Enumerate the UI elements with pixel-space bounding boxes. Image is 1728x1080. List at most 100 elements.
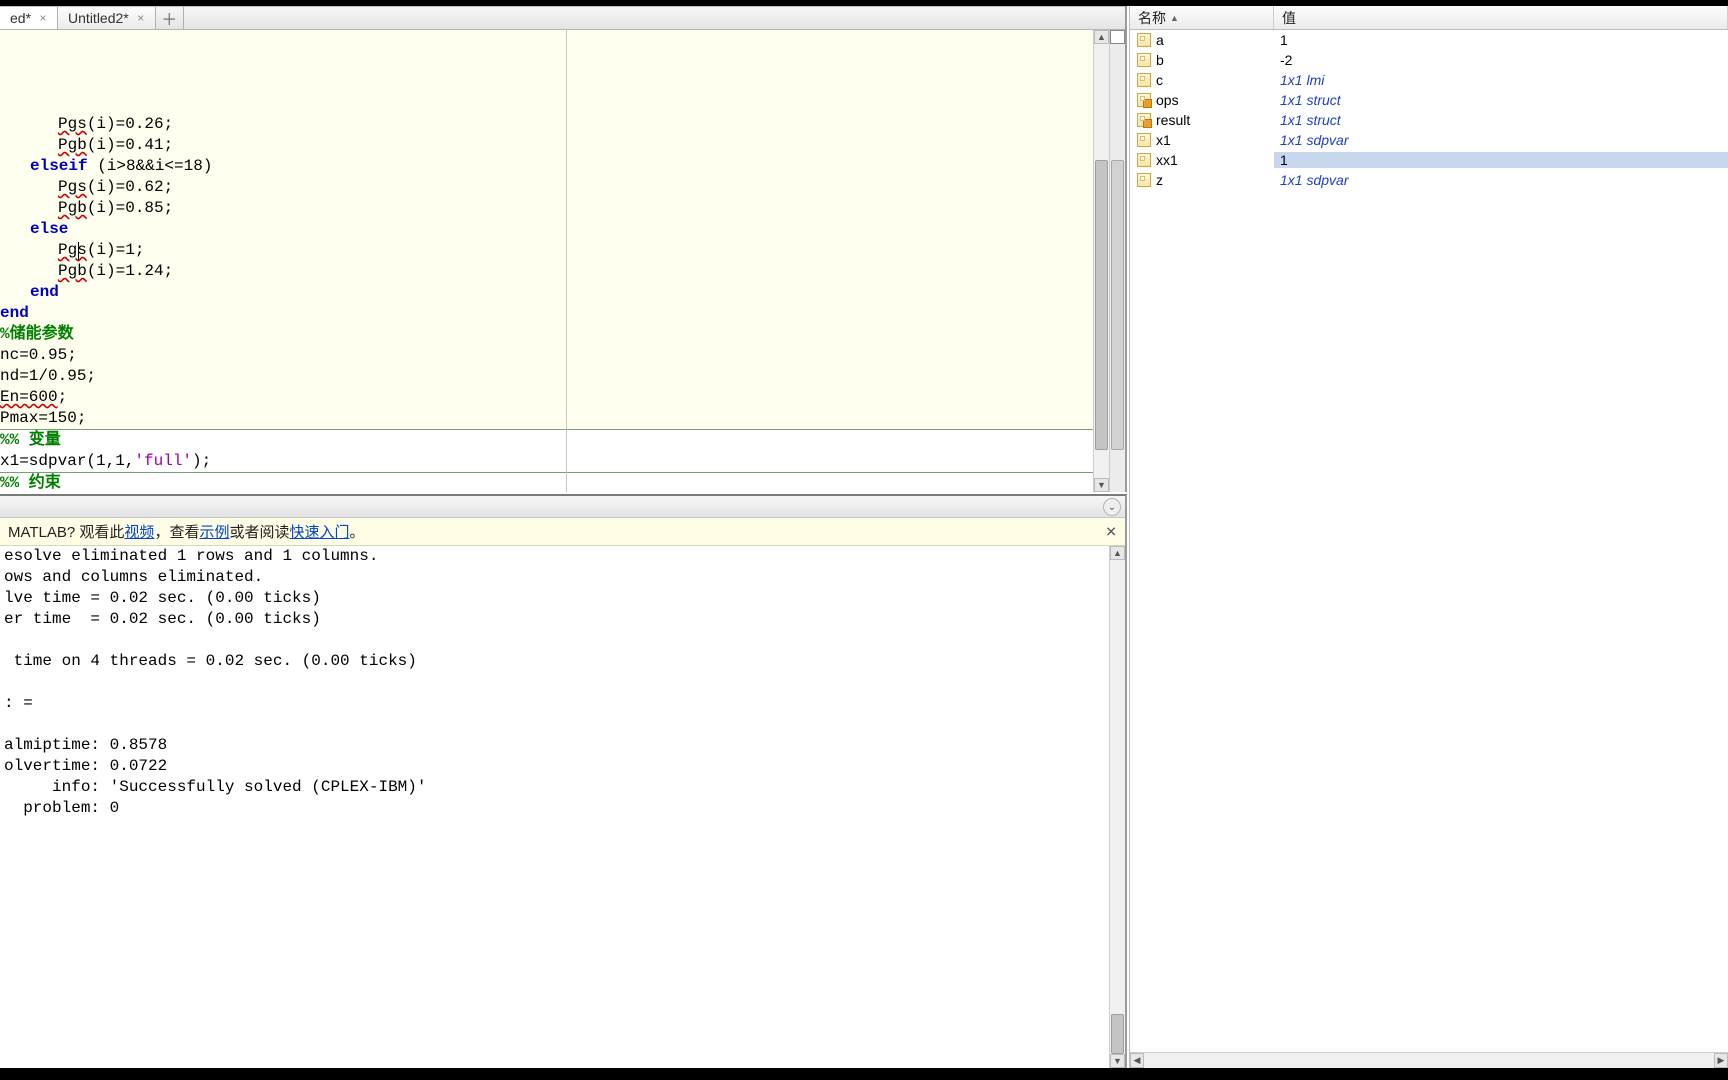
code-token: (i)=1.24; (87, 262, 173, 280)
variable-value: 1 (1274, 32, 1728, 48)
command-window-titlebar: ⌄ (0, 496, 1125, 518)
code-line[interactable]: Pgb(i)=0.41; (0, 135, 1093, 156)
code-line[interactable]: %储能参数 (0, 324, 1093, 345)
header-label: 值 (1282, 8, 1296, 28)
variable-name: b (1156, 52, 1274, 68)
code-line[interactable]: En=600; (0, 387, 1093, 408)
code-line[interactable]: %% 约束 (0, 472, 1093, 492)
editor-tab[interactable]: ed* × (0, 7, 58, 29)
code-line[interactable]: Pgs(i)=0.26; (0, 114, 1093, 135)
code-line[interactable]: %% 变量 (0, 429, 1093, 451)
scroll-thumb[interactable] (1095, 160, 1108, 450)
code-line[interactable]: x1=sdpvar(1,1,'full'); (0, 451, 1093, 472)
workspace-header-value[interactable]: 值 (1274, 6, 1728, 29)
variable-name: result (1156, 112, 1274, 128)
code-line[interactable]: nc=0.95; (0, 345, 1093, 366)
variable-icon (1136, 112, 1152, 128)
code-line[interactable]: end (0, 303, 1093, 324)
workspace-variable-row[interactable]: b-2 (1130, 50, 1728, 70)
close-icon[interactable]: ✕ (1105, 523, 1117, 540)
variable-icon (1136, 92, 1152, 108)
tab-label: Untitled2* (68, 10, 129, 26)
code-token: 'full' (134, 452, 192, 470)
variable-value: 1x1 struct (1274, 112, 1728, 128)
banner-text: 或者阅读 (229, 521, 289, 542)
workspace-variable-row[interactable]: xx11 (1130, 150, 1728, 170)
code-health-box (1110, 30, 1125, 44)
code-token: En=600 (0, 388, 58, 406)
variable-name: x1 (1156, 132, 1274, 148)
editor-code-overview[interactable] (1109, 30, 1125, 492)
scroll-thumb[interactable] (1111, 1014, 1124, 1054)
tab-label: ed* (10, 10, 31, 26)
scroll-up-arrow[interactable]: ▲ (1110, 546, 1125, 560)
variable-value: 1x1 struct (1274, 92, 1728, 108)
banner-link-examples[interactable]: 示例 (199, 521, 229, 542)
variable-icon (1136, 72, 1152, 88)
code-token: ; (58, 388, 68, 406)
code-editor[interactable]: Pgs(i)=0.26;Pgb(i)=0.41;elseif (i>8&&i<=… (0, 30, 1093, 492)
command-window-output[interactable]: esolve eliminated 1 rows and 1 columns. … (0, 546, 1125, 1068)
code-line[interactable]: Pmax=150; (0, 408, 1093, 429)
banner-link-quickstart[interactable]: 快速入门 (289, 521, 349, 542)
code-token: end (0, 304, 29, 322)
code-token: %储能参数 (0, 325, 74, 343)
close-icon[interactable]: × (135, 12, 147, 24)
variable-icon (1136, 52, 1152, 68)
workspace-variable-row[interactable]: z1x1 sdpvar (1130, 170, 1728, 190)
workspace-variable-row[interactable]: result1x1 struct (1130, 110, 1728, 130)
code-line[interactable]: nd=1/0.95; (0, 366, 1093, 387)
variable-value: 1x1 sdpvar (1274, 132, 1728, 148)
editor-panel: ed* × Untitled2* × ＋ Pgs(i)=0.26;Pgb(i)=… (0, 6, 1127, 492)
variable-name: c (1156, 72, 1274, 88)
header-label: 名称 (1138, 8, 1166, 28)
scroll-down-arrow[interactable]: ▼ (1094, 478, 1109, 492)
banner-link-video[interactable]: 视频 (124, 521, 154, 542)
code-token: ); (192, 452, 211, 470)
code-token: Pgb (58, 262, 87, 280)
code-line[interactable]: else (0, 219, 1093, 240)
variable-value: -2 (1274, 52, 1728, 68)
workspace-horizontal-scrollbar[interactable]: ◀ ▶ (1130, 1052, 1728, 1068)
code-token: Pgb (58, 199, 87, 217)
close-icon[interactable]: × (37, 12, 49, 24)
scroll-up-arrow[interactable]: ▲ (1094, 30, 1109, 44)
command-vertical-scrollbar[interactable]: ▲ ▼ (1109, 546, 1125, 1068)
workspace-variable-row[interactable]: c1x1 lmi (1130, 70, 1728, 90)
workspace-variable-row[interactable]: x11x1 sdpvar (1130, 130, 1728, 150)
workspace-variable-row[interactable]: a1 (1130, 30, 1728, 50)
editor-split-guide (566, 30, 567, 492)
banner-text: MATLAB? 观看此 (8, 521, 124, 542)
code-line[interactable]: Pgb(i)=0.85; (0, 198, 1093, 219)
editor-tab[interactable]: Untitled2* × (58, 7, 156, 29)
variable-name: xx1 (1156, 152, 1274, 168)
overview-viewport[interactable] (1111, 160, 1124, 450)
workspace-header: 名称 ▲ 值 (1130, 6, 1728, 30)
code-token: (i)=0.62; (87, 178, 173, 196)
code-token: nc=0.95; (0, 346, 77, 364)
panel-menu-button[interactable]: ⌄ (1103, 498, 1121, 516)
code-line[interactable]: Pgs(i)=0.62; (0, 177, 1093, 198)
code-token: elseif (30, 157, 88, 175)
variable-icon (1136, 132, 1152, 148)
code-line[interactable]: Pgs(i)=1; (0, 240, 1093, 261)
code-token: %% 约束 (0, 474, 61, 492)
code-token: Pmax=150; (0, 409, 86, 427)
code-line[interactable]: end (0, 282, 1093, 303)
editor-vertical-scrollbar[interactable]: ▲ ▼ (1093, 30, 1109, 492)
variable-icon (1136, 152, 1152, 168)
new-tab-button[interactable]: ＋ (156, 7, 184, 29)
code-line[interactable]: Pgb(i)=1.24; (0, 261, 1093, 282)
scroll-right-arrow[interactable]: ▶ (1714, 1053, 1728, 1068)
workspace-variable-list[interactable]: a1b-2c1x1 lmiops1x1 structresult1x1 stru… (1130, 30, 1728, 1052)
code-token: (i)=1; (87, 241, 145, 259)
code-token: (i>8&&i<=18) (88, 157, 213, 175)
variable-name: z (1156, 172, 1274, 188)
scroll-left-arrow[interactable]: ◀ (1130, 1053, 1144, 1068)
scroll-down-arrow[interactable]: ▼ (1110, 1054, 1125, 1068)
code-line[interactable]: elseif (i>8&&i<=18) (0, 156, 1093, 177)
workspace-variable-row[interactable]: ops1x1 struct (1130, 90, 1728, 110)
variable-icon (1136, 32, 1152, 48)
banner-text: ，查看 (154, 521, 199, 542)
workspace-header-name[interactable]: 名称 ▲ (1130, 6, 1274, 29)
